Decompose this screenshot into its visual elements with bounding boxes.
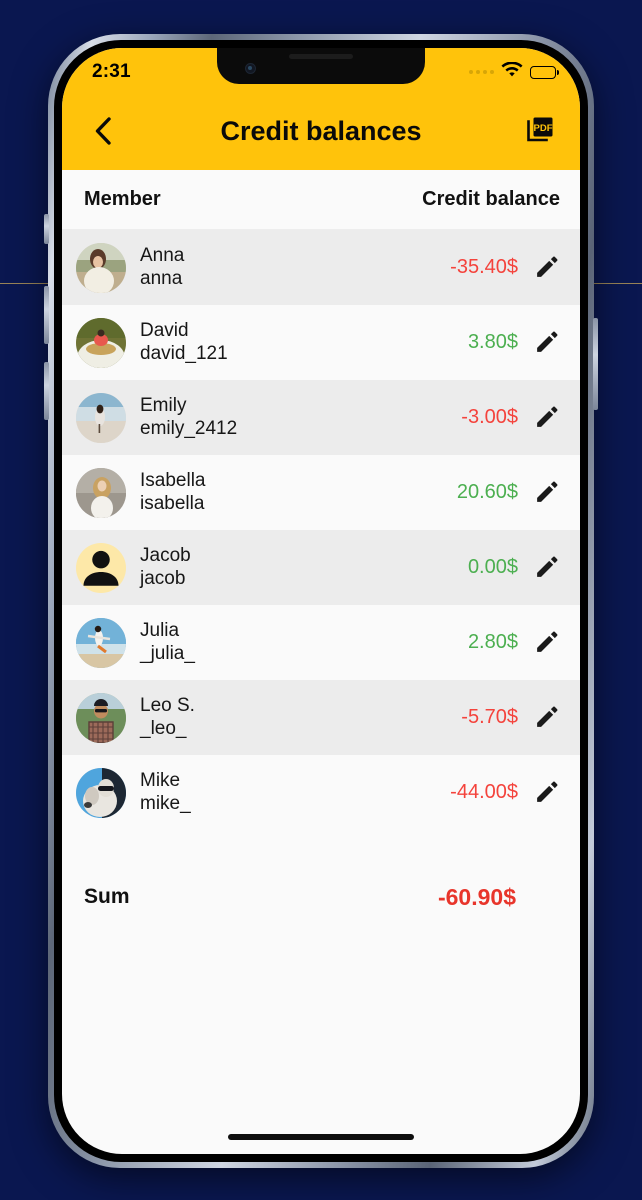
member-names: Mike mike_	[140, 770, 191, 815]
edit-balance-button[interactable]	[528, 550, 564, 586]
balance-amount: 3.80$	[467, 331, 518, 353]
member-handle: mike_	[140, 792, 191, 814]
balance-amount: -5.70$	[461, 706, 518, 728]
edit-balance-button[interactable]	[528, 325, 564, 361]
member-name: Emily	[140, 395, 187, 417]
table-row[interactable]: David david_121 3.80$	[62, 305, 580, 380]
member-names: Julia _julia_	[140, 620, 195, 665]
table-header-row: Member Credit balance	[62, 170, 580, 230]
pencil-icon	[536, 406, 557, 427]
pencil-icon	[536, 331, 557, 352]
avatar	[76, 542, 126, 593]
member-handle: _leo_	[140, 717, 187, 739]
svg-text:PDF: PDF	[534, 123, 553, 134]
edit-balance-button[interactable]	[528, 700, 564, 736]
status-indicators	[469, 60, 559, 83]
pencil-icon	[536, 781, 557, 802]
balance-amount: 0.00$	[467, 556, 518, 578]
summary-label: Sum	[84, 885, 130, 908]
power-button[interactable]	[593, 318, 598, 410]
summary-value: -60.90$	[437, 883, 516, 910]
pencil-icon	[536, 631, 557, 652]
table-row[interactable]: Anna anna -35.40$	[62, 230, 580, 305]
volume-up-button[interactable]	[44, 286, 49, 344]
member-names: Anna anna	[140, 245, 184, 290]
edit-balance-button[interactable]	[528, 250, 564, 286]
member-names: Isabella isabella	[140, 470, 206, 515]
edit-balance-button[interactable]	[528, 400, 564, 436]
pencil-icon	[536, 706, 557, 727]
person-placeholder-icon	[83, 550, 119, 586]
avatar	[76, 242, 126, 293]
edit-balance-button[interactable]	[528, 625, 564, 661]
table-row[interactable]: Jacob jacob 0.00$	[62, 530, 580, 605]
member-name: Anna	[140, 245, 185, 267]
table-row[interactable]: Julia _julia_ 2.80$	[62, 605, 580, 680]
member-name: Isabella	[140, 470, 206, 492]
pencil-icon	[536, 481, 557, 502]
member-handle: anna	[140, 267, 183, 289]
pencil-icon	[536, 256, 557, 277]
phone-screen: 2:31 Credit balances PDF Member Credit b…	[62, 48, 580, 1154]
member-name: Jacob	[140, 545, 191, 567]
balance-amount: -3.00$	[461, 406, 518, 428]
member-name: David	[140, 320, 189, 342]
balance-amount: -44.00$	[450, 781, 518, 803]
member-names: Leo S. _leo_	[140, 695, 195, 740]
pencil-icon	[536, 556, 557, 577]
table-row[interactable]: Leo S. _leo_ -5.70$	[62, 680, 580, 755]
silence-switch[interactable]	[44, 214, 49, 244]
battery-full-icon	[530, 65, 559, 79]
member-handle: _julia_	[140, 642, 195, 664]
member-names: Emily emily_2412	[140, 395, 237, 440]
member-handle: emily_2412	[140, 417, 238, 439]
volume-down-button[interactable]	[44, 362, 49, 420]
member-name: Leo S.	[140, 695, 195, 717]
member-handle: isabella	[140, 492, 205, 514]
app-bar: Credit balances PDF	[62, 92, 580, 170]
status-time: 2:31	[92, 61, 131, 82]
wifi-icon	[501, 60, 523, 83]
table-row[interactable]: Emily emily_2412 -3.00$	[62, 380, 580, 455]
front-camera-icon	[245, 63, 256, 74]
page-title: Credit balances	[220, 115, 422, 146]
avatar	[76, 617, 126, 668]
summary-row: Sum -60.90$	[62, 860, 580, 934]
table-row[interactable]: Isabella isabella 20.60$	[62, 455, 580, 530]
balance-amount: 2.80$	[467, 631, 518, 653]
avatar	[76, 392, 126, 443]
chevron-left-icon	[95, 117, 111, 145]
home-indicator[interactable]	[228, 1134, 414, 1140]
member-handle: david_121	[140, 342, 228, 364]
edit-balance-button[interactable]	[528, 475, 564, 511]
member-handle: jacob	[140, 567, 186, 589]
member-names: David david_121	[140, 320, 228, 365]
avatar	[76, 767, 126, 818]
avatar	[76, 692, 126, 743]
pdf-export-icon: PDF	[527, 117, 553, 142]
avatar	[76, 467, 126, 518]
cellular-dots-icon	[469, 70, 494, 74]
earpiece-speaker	[289, 54, 353, 59]
balance-amount: -35.40$	[450, 256, 518, 278]
member-name: Julia	[140, 620, 180, 642]
pdf-export-button[interactable]: PDF	[522, 113, 558, 149]
phone-notch	[217, 48, 425, 84]
member-list: Anna anna -35.40$ David david_121 3.80$ …	[62, 230, 580, 830]
back-button[interactable]	[86, 114, 120, 148]
balance-amount: 20.60$	[456, 481, 518, 503]
column-header-balance: Credit balance	[422, 188, 560, 210]
table-row[interactable]: Mike mike_ -44.00$	[62, 755, 580, 830]
edit-balance-button[interactable]	[528, 775, 564, 811]
avatar	[76, 317, 126, 368]
member-name: Mike	[140, 770, 181, 792]
member-names: Jacob jacob	[140, 545, 191, 590]
column-header-member: Member	[84, 188, 161, 210]
